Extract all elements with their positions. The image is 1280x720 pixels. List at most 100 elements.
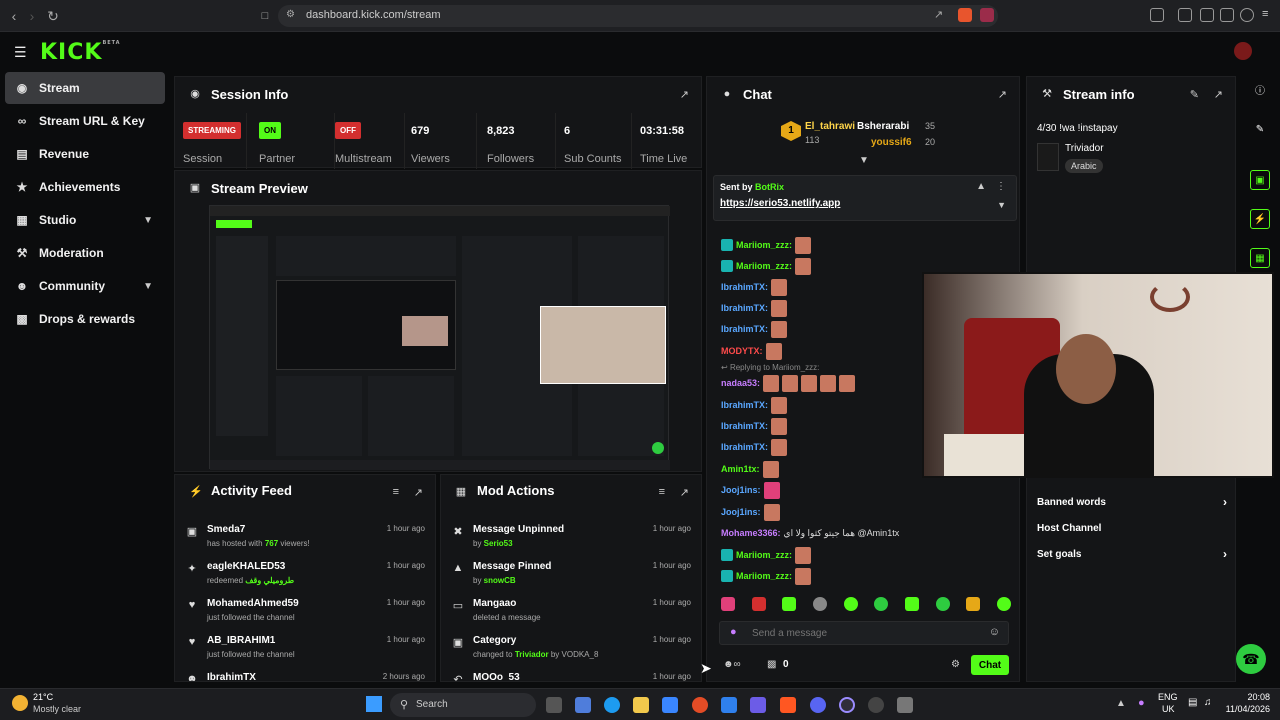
bolt-icon[interactable]: ⚡ <box>1250 209 1270 229</box>
sidebar-item-moderation[interactable]: ⚒ Moderation <box>5 237 165 269</box>
chat-username[interactable]: Mohame3366: <box>721 528 781 538</box>
popout-icon[interactable]: ↗ <box>680 486 689 499</box>
leader-name[interactable]: youssif6 <box>871 137 912 148</box>
sidebar-item-achievements[interactable]: ★ Achievements <box>5 171 165 203</box>
emoji-icon[interactable]: ☺ <box>989 626 1000 638</box>
task-view-icon[interactable] <box>546 697 562 713</box>
more-options-icon[interactable]: ⋮ <box>996 181 1006 192</box>
app-icon[interactable] <box>868 697 884 713</box>
brave-shield-icon[interactable] <box>958 8 972 22</box>
wallet-icon[interactable] <box>1200 8 1214 22</box>
pinned-link[interactable]: https://serio53.netlify.app <box>720 198 840 209</box>
edit-pencil-icon[interactable]: ✎ <box>1250 120 1270 140</box>
document-icon[interactable]: ▦ <box>1250 248 1270 268</box>
chat-username[interactable]: IbrahimTX: <box>721 282 768 292</box>
bookmark-icon[interactable]: □ <box>257 8 273 24</box>
network-icon[interactable]: ▤ <box>1188 697 1197 708</box>
chat-username[interactable]: IbrahimTX: <box>721 421 768 431</box>
mod-action[interactable]: Mangaao <box>473 598 516 609</box>
popout-icon[interactable]: ↗ <box>414 486 423 499</box>
emote-button[interactable] <box>904 597 919 611</box>
activity-user[interactable]: AB_IBRAHIM1 <box>207 635 275 646</box>
chat-username[interactable]: MODYTX: <box>721 346 763 356</box>
popout-icon[interactable]: ↗ <box>680 88 689 101</box>
category-name[interactable]: Triviador <box>1065 143 1104 154</box>
webcam-overlay[interactable] <box>922 272 1274 478</box>
chat-username[interactable]: Mariiom_zzz: <box>736 571 792 581</box>
address-bar[interactable]: ⚙ dashboard.kick.com/stream <box>278 5 998 27</box>
teams-icon[interactable] <box>750 697 766 713</box>
chat-username[interactable]: Mariiom_zzz: <box>736 240 792 250</box>
activity-user[interactable]: Smeda7 <box>207 524 245 535</box>
menu-icon[interactable]: ≡ <box>1262 8 1276 22</box>
site-info-icon[interactable]: ⚙ <box>286 9 295 20</box>
chat-username[interactable]: Mariiom_zzz: <box>736 261 792 271</box>
store-icon[interactable] <box>662 697 678 713</box>
emote-button[interactable] <box>782 597 797 611</box>
hamburger-menu-icon[interactable]: ☰ <box>14 44 27 61</box>
chat-username[interactable]: IbrahimTX: <box>721 400 768 410</box>
chat-input[interactable]: ● ☺ <box>719 621 1009 645</box>
sidebar-toggle-icon[interactable] <box>1178 8 1192 22</box>
host-channel-link[interactable]: Host Channel <box>1037 523 1227 534</box>
extension-icon[interactable] <box>1150 8 1164 22</box>
sidebar-item-stream[interactable]: ◉ Stream <box>5 72 165 104</box>
gift-icon[interactable]: ▩ <box>767 659 776 670</box>
taskbar-search[interactable]: ⚲ Search <box>390 693 536 717</box>
tray-chevron-up-icon[interactable]: ▲ <box>1116 698 1126 709</box>
emote-button[interactable] <box>843 597 858 611</box>
windows-start-icon[interactable] <box>366 696 382 712</box>
sidebar-item-community[interactable]: ☻ Community ▼ <box>5 270 165 302</box>
activity-user[interactable]: MohamedAhmed59 <box>207 598 299 609</box>
clock-time[interactable]: 20:08 <box>1222 692 1270 702</box>
activity-user[interactable]: eagleKHALED53 <box>207 561 285 572</box>
popout-icon[interactable]: ↗ <box>1214 88 1223 101</box>
weather-icon[interactable] <box>12 695 28 711</box>
chat-username[interactable]: nadaa53: <box>721 378 760 388</box>
mic-icon[interactable]: ● <box>1138 697 1145 709</box>
mod-highlight[interactable]: snowCB <box>484 576 516 585</box>
info-icon[interactable]: ⓘ <box>1250 82 1270 102</box>
chevron-down-icon[interactable]: ▼ <box>997 200 1006 210</box>
popout-icon[interactable]: ↗ <box>998 88 1007 101</box>
file-explorer-icon[interactable] <box>633 697 649 713</box>
emote-button[interactable] <box>812 597 827 611</box>
filter-icon[interactable]: ≡ <box>393 486 399 498</box>
clock-date[interactable]: 11/04/2026 <box>1222 704 1270 714</box>
avatar[interactable] <box>1234 42 1252 60</box>
activity-user[interactable]: IbrahimTX <box>207 672 256 681</box>
copilot-icon[interactable] <box>575 697 591 713</box>
chat-message-field[interactable] <box>752 625 972 641</box>
settings-gear-icon[interactable]: ⚙ <box>951 659 960 670</box>
settings-gear-icon[interactable] <box>897 697 913 713</box>
obs-icon[interactable] <box>839 697 855 713</box>
preview-video[interactable] <box>209 205 670 470</box>
support-chat-icon[interactable]: ☎ <box>1236 644 1266 674</box>
mic-icon[interactable]: ● <box>730 626 737 638</box>
emote-button[interactable] <box>935 597 950 611</box>
emote-button[interactable] <box>966 597 981 611</box>
banned-words-link[interactable]: Banned words › <box>1037 495 1227 509</box>
emote-button[interactable] <box>721 597 735 611</box>
mod-highlight[interactable]: Serio53 <box>484 539 513 548</box>
pinned-user[interactable]: BotRix <box>755 182 784 192</box>
leader-name[interactable]: El_tahrawi <box>805 121 855 132</box>
sidebar-item-revenue[interactable]: ▤ Revenue <box>5 138 165 170</box>
profile-icon[interactable] <box>1240 8 1254 22</box>
volume-icon[interactable]: ♫ <box>1204 697 1212 708</box>
leader-name[interactable]: Bsherarabi <box>857 121 909 132</box>
sidebar-item-drops[interactable]: ▩ Drops & rewards <box>5 303 165 335</box>
share-icon[interactable]: ↗ <box>934 8 948 22</box>
forward-icon[interactable]: › <box>24 8 40 24</box>
sidebar-item-studio[interactable]: ▦ Studio ▼ <box>5 204 165 236</box>
chat-username[interactable]: IbrahimTX: <box>721 442 768 452</box>
reload-icon[interactable]: ↻ <box>45 8 61 24</box>
language-region[interactable]: UK <box>1162 704 1175 714</box>
chrome-icon[interactable] <box>692 697 708 713</box>
brave-rewards-icon[interactable] <box>980 8 994 22</box>
sidebar-item-stream-url[interactable]: ∞ Stream URL & Key <box>5 105 165 137</box>
set-goals-link[interactable]: Set goals › <box>1037 547 1227 561</box>
chat-username[interactable]: Mariiom_zzz: <box>736 550 792 560</box>
edge-icon[interactable] <box>604 697 620 713</box>
users-icon[interactable]: ☻∞ <box>723 659 741 670</box>
